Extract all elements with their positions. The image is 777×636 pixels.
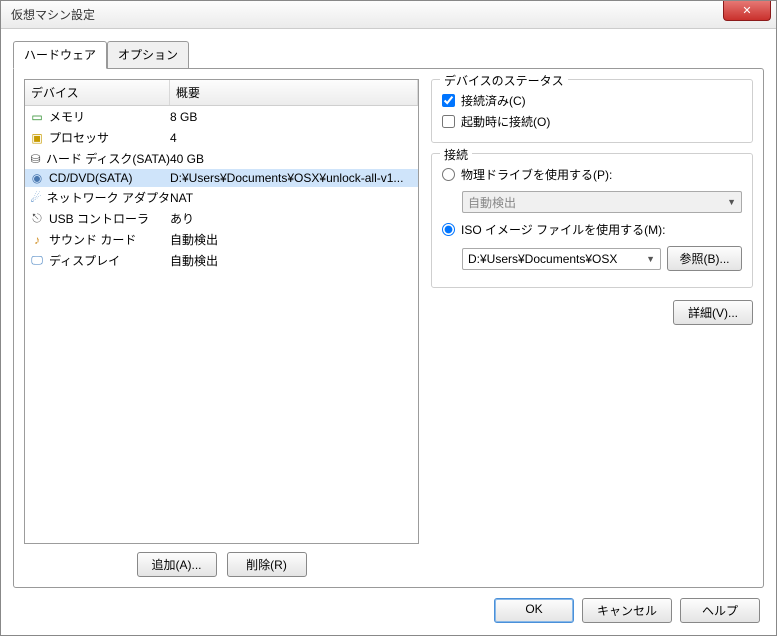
hdd-icon: ⛁ <box>29 152 42 166</box>
device-summary: あり <box>170 210 418 227</box>
titlebar: 仮想マシン設定 ✕ <box>1 1 776 29</box>
connect-poweron-label: 起動時に接続(O) <box>461 113 550 130</box>
device-list[interactable]: デバイス 概要 ▭ メモリ 8 GB ▣ プロセッサ 4 ⛁ ハード ディスク(SATA)40… <box>24 79 419 544</box>
advanced-button[interactable]: 詳細(V)... <box>673 300 753 325</box>
left-panel: デバイス 概要 ▭ メモリ 8 GB ▣ プロセッサ 4 ⛁ ハード ディスク(SATA)40… <box>24 79 419 577</box>
device-summary: 4 <box>170 131 418 145</box>
device-name: ディスプレイ <box>49 252 120 269</box>
connected-label: 接続済み(C) <box>461 92 526 109</box>
table-row[interactable]: ☄ ネットワーク アダプタNAT <box>25 187 418 208</box>
tab-content: デバイス 概要 ▭ メモリ 8 GB ▣ プロセッサ 4 ⛁ ハード ディスク(SATA)40… <box>13 68 764 588</box>
sound-icon: ♪ <box>29 233 45 247</box>
remove-button[interactable]: 削除(R) <box>227 552 307 577</box>
table-row[interactable]: ◉ CD/DVD(SATA) D:¥Users¥Documents¥OSX¥unlo… <box>25 169 418 187</box>
connect-poweron-check-row[interactable]: 起動時に接続(O) <box>442 111 742 132</box>
help-button[interactable]: ヘルプ <box>680 598 760 623</box>
ok-button[interactable]: OK <box>494 598 574 623</box>
connected-checkbox[interactable] <box>442 94 455 107</box>
memory-icon: ▭ <box>29 110 45 124</box>
advanced-row: 詳細(V)... <box>431 300 753 325</box>
col-header-summary[interactable]: 概要 <box>170 80 418 105</box>
dialog-body: ハードウェア オプション デバイス 概要 ▭ メモリ 8 GB ▣ プロセッサ 4 ⛁ ハード… <box>1 29 776 635</box>
use-iso-radio[interactable] <box>442 223 455 236</box>
device-summary: 40 GB <box>170 152 418 166</box>
device-summary: 自動検出 <box>170 231 418 248</box>
cd-icon: ◉ <box>29 171 45 185</box>
chevron-down-icon: ▼ <box>727 197 736 207</box>
device-name: ハード ディスク(SATA) <box>46 150 170 167</box>
iso-path-value: D:¥Users¥Documents¥OSX <box>468 252 617 266</box>
table-row[interactable]: ♪ サウンド カード 自動検出 <box>25 229 418 250</box>
device-name: CD/DVD(SATA) <box>49 171 133 185</box>
physical-drive-sub: 自動検出 ▼ <box>462 191 742 213</box>
window-title: 仮想マシン設定 <box>11 6 95 23</box>
iso-sub: D:¥Users¥Documents¥OSX ▼ 参照(B)... <box>462 246 742 271</box>
use-iso-row[interactable]: ISO イメージ ファイルを使用する(M): <box>442 219 742 240</box>
usb-icon: ⎋ <box>29 212 45 226</box>
device-name: メモリ <box>49 108 85 125</box>
use-physical-radio[interactable] <box>442 168 455 181</box>
network-icon: ☄ <box>29 191 43 205</box>
close-icon: ✕ <box>742 4 751 17</box>
use-physical-label: 物理ドライブを使用する(P): <box>461 166 612 183</box>
display-icon: 🖵 <box>29 254 45 268</box>
use-physical-row[interactable]: 物理ドライブを使用する(P): <box>442 164 742 185</box>
connection-group: 接続 物理ドライブを使用する(P): 自動検出 ▼ ISO イメージ ファイルを… <box>431 153 753 288</box>
table-row[interactable]: ⎋ USB コントローラ あり <box>25 208 418 229</box>
left-buttons: 追加(A)... 削除(R) <box>24 552 419 577</box>
physical-drive-value: 自動検出 <box>468 194 516 211</box>
table-row[interactable]: ⛁ ハード ディスク(SATA)40 GB <box>25 148 418 169</box>
connection-legend: 接続 <box>440 146 472 163</box>
add-button[interactable]: 追加(A)... <box>137 552 217 577</box>
device-summary: D:¥Users¥Documents¥OSX¥unlock-all-v1... <box>170 171 418 185</box>
table-row[interactable]: ▣ プロセッサ 4 <box>25 127 418 148</box>
col-header-device[interactable]: デバイス <box>25 80 170 105</box>
use-iso-label: ISO イメージ ファイルを使用する(M): <box>461 221 665 238</box>
device-status-group: デバイスのステータス 接続済み(C) 起動時に接続(O) <box>431 79 753 143</box>
device-name: ネットワーク アダプタ <box>47 189 170 206</box>
tab-hardware[interactable]: ハードウェア <box>13 41 107 69</box>
cancel-button[interactable]: キャンセル <box>582 598 672 623</box>
right-panel: デバイスのステータス 接続済み(C) 起動時に接続(O) 接続 物理ドライブを使… <box>431 79 753 577</box>
device-name: USB コントローラ <box>49 210 149 227</box>
browse-button[interactable]: 参照(B)... <box>667 246 742 271</box>
iso-path-select[interactable]: D:¥Users¥Documents¥OSX ▼ <box>462 248 661 270</box>
table-row[interactable]: ▭ メモリ 8 GB <box>25 106 418 127</box>
tab-options[interactable]: オプション <box>107 41 189 68</box>
connect-poweron-checkbox[interactable] <box>442 115 455 128</box>
physical-drive-select[interactable]: 自動検出 ▼ <box>462 191 742 213</box>
device-name: サウンド カード <box>49 231 136 248</box>
chevron-down-icon: ▼ <box>646 254 655 264</box>
connected-check-row[interactable]: 接続済み(C) <box>442 90 742 111</box>
table-row[interactable]: 🖵 ディスプレイ 自動検出 <box>25 250 418 271</box>
cpu-icon: ▣ <box>29 131 45 145</box>
tabs: ハードウェア オプション <box>13 41 764 68</box>
device-status-legend: デバイスのステータス <box>440 72 568 89</box>
device-list-header: デバイス 概要 <box>25 80 418 106</box>
device-summary: NAT <box>170 191 418 205</box>
close-button[interactable]: ✕ <box>723 1 771 21</box>
bottom-buttons: OK キャンセル ヘルプ <box>13 588 764 623</box>
device-summary: 8 GB <box>170 110 418 124</box>
device-name: プロセッサ <box>49 129 109 146</box>
device-summary: 自動検出 <box>170 252 418 269</box>
